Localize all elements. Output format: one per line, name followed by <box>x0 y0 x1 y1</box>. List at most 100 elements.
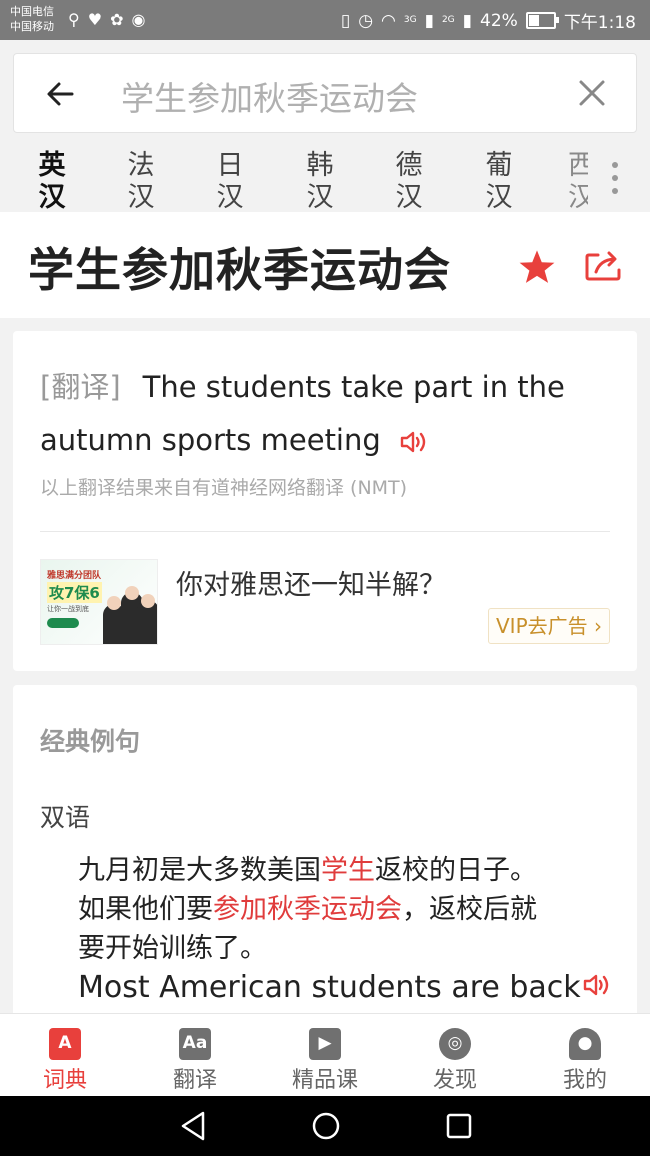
more-vertical-icon[interactable] <box>612 162 620 201</box>
share-icon[interactable] <box>584 248 622 282</box>
app-notification-icon: ✿ <box>110 10 132 29</box>
battery-percent: 42% <box>480 10 518 31</box>
tab-label-top: 德 <box>395 150 423 181</box>
ad-image-button <box>47 618 79 628</box>
carrier-2: 中国移动 <box>10 20 54 33</box>
nav-discover[interactable]: ◎ 发现 <box>405 1028 505 1094</box>
system-navigation-bar <box>0 1096 650 1156</box>
example-speaker-icon[interactable] <box>583 972 611 998</box>
nav-label: 翻译 <box>172 1068 217 1093</box>
nav-dictionary[interactable]: A 词典 <box>15 1028 115 1094</box>
signal-1-icon: ▮ <box>424 10 434 31</box>
clear-icon[interactable] <box>578 79 606 107</box>
example-chinese: 九月初是大多数美国学生返校的日子。如果他们要参加秋季运动会，返校后就要开始训练了… <box>78 851 548 968</box>
section-title: 经典例句 <box>40 727 141 756</box>
tab-label-bottom: 汉 <box>38 182 66 212</box>
translate-glyph: Aa <box>182 1033 208 1053</box>
course-icon: ▶ <box>309 1028 341 1060</box>
dictionary-icon: A <box>49 1028 81 1060</box>
tab-ko-cn[interactable]: 韩 汉 <box>300 150 340 212</box>
example-highlight: 学生 <box>321 855 375 886</box>
tab-label-bottom: 汉 <box>395 182 423 212</box>
tab-label-top: 葡 <box>485 150 513 181</box>
nav-label: 精品课 <box>291 1068 358 1093</box>
nav-label: 词典 <box>42 1068 87 1093</box>
back-arrow-icon[interactable] <box>44 78 76 110</box>
tab-ja-cn[interactable]: 日 汉 <box>210 150 250 212</box>
search-notification-icon: ⚲ <box>68 10 88 29</box>
tab-label-bottom: 汉 <box>568 182 588 212</box>
bottom-navigation: A 词典 Aa 翻译 ▶ 精品课 ◎ 发现 ● 我的 <box>0 1013 650 1097</box>
tab-de-cn[interactable]: 德 汉 <box>389 150 429 212</box>
tab-fr-cn[interactable]: 法 汉 <box>121 150 161 212</box>
divider <box>40 531 610 532</box>
course-glyph: ▶ <box>318 1033 332 1053</box>
notification-icons: ⚲♥✿◉ <box>68 10 153 29</box>
tab-label-top: 法 <box>127 150 155 181</box>
status-bar: 中国电信 中国移动 ⚲♥✿◉ ▯ ◷ ◠ 3G ▮ 2G ▮ 42% 下午1:1… <box>0 0 650 40</box>
system-back-icon[interactable] <box>178 1110 208 1142</box>
ad-image-caption-top: 雅思满分团队 <box>47 571 102 581</box>
nav-courses[interactable]: ▶ 精品课 <box>275 1028 375 1094</box>
tab-en-cn[interactable]: 英 汉 <box>32 150 72 212</box>
language-tabs: 英 汉 法 汉 日 汉 韩 汉 德 汉 葡 汉 西 汉 <box>0 140 650 212</box>
tab-label-top: 英 <box>38 150 66 181</box>
carrier-1: 中国电信 <box>10 5 54 18</box>
ad-person-face <box>125 586 139 600</box>
chat-notification-icon: ◉ <box>131 10 154 29</box>
translation-source: 以上翻译结果来自有道神经网络翻译 (NMT) <box>40 477 408 499</box>
tab-label-bottom: 汉 <box>485 182 513 212</box>
tab-es-cn[interactable]: 西 汉 <box>568 150 588 212</box>
tab-label-top: 日 <box>216 150 244 181</box>
tab-label-bottom: 汉 <box>216 182 244 212</box>
chevron-right-icon: › <box>594 614 602 638</box>
favorite-star-icon[interactable] <box>518 248 556 286</box>
translate-icon: Aa <box>179 1028 211 1060</box>
wifi-icon: ◠ <box>381 10 396 31</box>
tab-label-bottom: 汉 <box>306 182 334 212</box>
example-english: Most American students are back <box>78 970 581 1005</box>
system-home-icon[interactable] <box>311 1110 341 1142</box>
ad-person-face <box>141 594 155 608</box>
profile-icon: ● <box>569 1028 601 1060</box>
carrier-info: 中国电信 中国移动 <box>10 4 54 34</box>
search-input[interactable]: 学生参加秋季运动会 <box>121 72 418 120</box>
translation-card: [翻译] The students take part in the autumn… <box>13 331 637 671</box>
ad-image-caption-big: 攻7保6 <box>47 582 102 603</box>
ad-image[interactable]: 雅思满分团队 攻7保6 让你一战到底 <box>40 559 158 645</box>
clock: 下午1:18 <box>563 13 636 33</box>
speaker-icon[interactable] <box>400 429 428 455</box>
network-2g-label: 2G <box>441 15 455 25</box>
page-title: 学生参加秋季运动会 <box>28 243 451 297</box>
ad-person-face <box>107 596 121 610</box>
tab-label-top: 西 <box>568 150 588 181</box>
system-recents-icon[interactable] <box>444 1110 474 1142</box>
translation-tag: [翻译] <box>40 370 121 404</box>
vip-label: VIP去广告 <box>496 614 588 638</box>
translation-block: [翻译] The students take part in the autumn… <box>40 361 620 467</box>
example-text: 九月初是大多数美国 <box>78 855 321 886</box>
signal-2-icon: ▮ <box>462 10 473 31</box>
ad-text[interactable]: 你对雅思还一知半解？ <box>176 563 446 602</box>
nav-label: 我的 <box>562 1068 607 1093</box>
vibrate-icon: ▯ <box>340 10 351 31</box>
health-icon: ♥ <box>87 10 111 29</box>
vip-remove-ads-button[interactable]: VIP去广告 › <box>488 608 610 644</box>
dictionary-glyph: A <box>58 1033 72 1053</box>
nav-translate[interactable]: Aa 翻译 <box>145 1028 245 1094</box>
tab-label-bottom: 汉 <box>127 182 155 212</box>
nav-profile[interactable]: ● 我的 <box>535 1028 635 1094</box>
profile-glyph: ● <box>577 1033 593 1053</box>
bilingual-label: 双语 <box>40 803 91 832</box>
examples-card: 经典例句 双语 九月初是大多数美国学生返校的日子。如果他们要参加秋季运动会，返校… <box>13 685 637 1025</box>
network-3g-label: 3G <box>403 15 417 25</box>
discover-glyph: ◎ <box>447 1033 463 1053</box>
ad-image-caption-small: 让你一战到底 <box>47 605 89 613</box>
nav-label: 发现 <box>432 1068 477 1093</box>
status-right: ▯ ◷ ◠ 3G ▮ 2G ▮ 42% 下午1:18 <box>340 8 636 34</box>
word-header: 学生参加秋季运动会 <box>0 212 650 318</box>
discover-icon: ◎ <box>439 1028 471 1060</box>
alarm-icon: ◷ <box>358 10 374 31</box>
battery-icon <box>525 12 559 29</box>
tab-pt-cn[interactable]: 葡 汉 <box>479 150 519 212</box>
